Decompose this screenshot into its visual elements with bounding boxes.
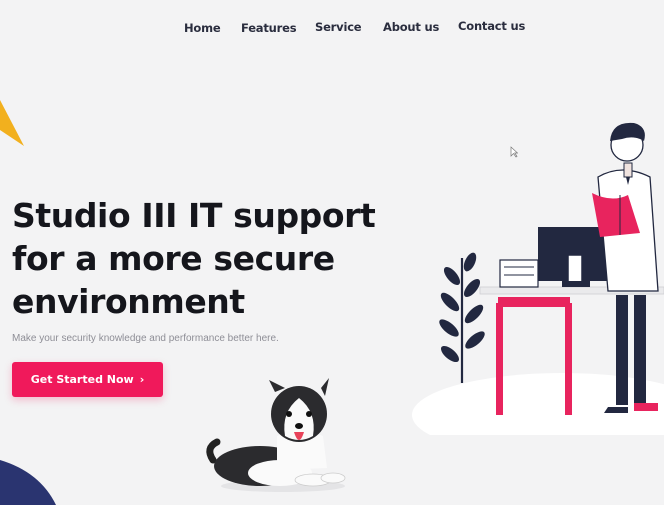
navy-corner-shape — [0, 460, 56, 505]
hero-title-line-3: environment — [12, 282, 245, 321]
nav-home[interactable]: Home — [184, 21, 221, 35]
hero-subtitle: Make your security knowledge and perform… — [12, 333, 279, 344]
hero-title: Studio III IT support for a more secure … — [12, 194, 376, 323]
nav-service[interactable]: Service — [315, 20, 362, 34]
chevron-right-icon: › — [139, 373, 145, 386]
get-started-button[interactable]: Get Started Now › — [12, 362, 163, 397]
hero-title-line-2: for a more secure — [12, 239, 335, 278]
nav-about-us[interactable]: About us — [383, 20, 439, 34]
husky-dog-illustration — [206, 378, 346, 492]
main-nav: Home Features Service About us Contact u… — [0, 18, 664, 38]
nav-features[interactable]: Features — [241, 21, 297, 35]
nav-contact-us[interactable]: Contact us — [458, 19, 525, 33]
get-started-label: Get Started Now — [30, 373, 134, 386]
yellow-corner-shape — [0, 100, 24, 146]
office-desk-illustration — [412, 122, 664, 435]
hero-title-line-1: Studio III IT support — [12, 196, 376, 235]
